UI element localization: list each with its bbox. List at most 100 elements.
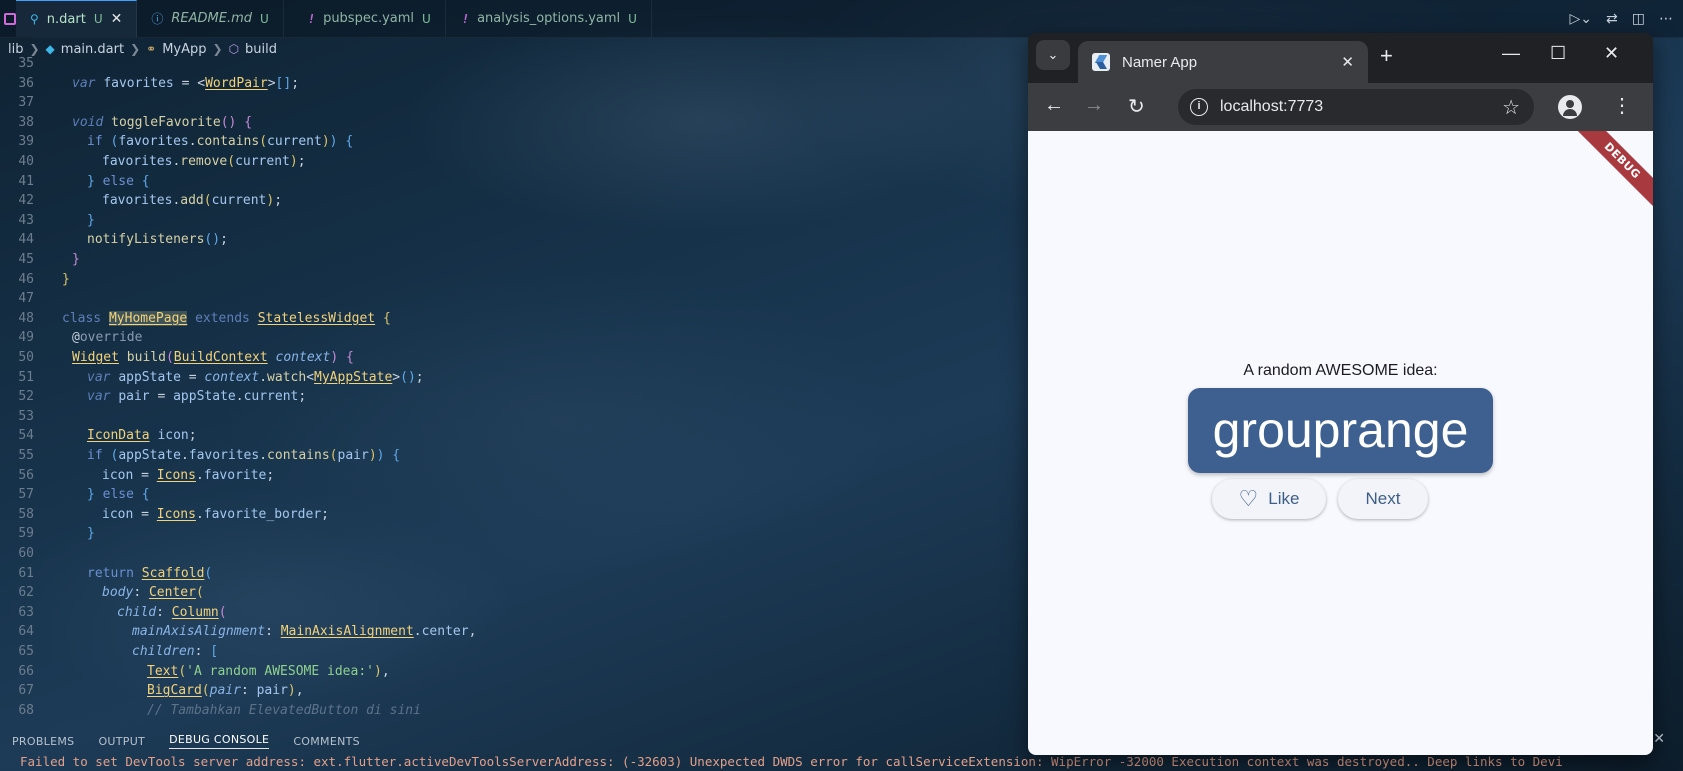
line-number: 55 [18, 448, 34, 463]
line-number: 45 [18, 252, 34, 267]
line-number: 44 [18, 232, 34, 248]
line-number: 35 [18, 56, 34, 71]
code-line: 48 class MyHomePage extends StatelessWidg… [0, 310, 1030, 331]
run-debug-icon[interactable]: ▷⌄ [1570, 11, 1593, 27]
address-bar[interactable]: i localhost:7773 ☆ [1178, 89, 1534, 125]
code-line: 47 [0, 291, 1030, 311]
chevron-right-icon: ❯ [212, 42, 223, 56]
tab-readme[interactable]: ⓘ README.md U [137, 0, 284, 37]
close-tab-icon[interactable]: ✕ [1341, 53, 1354, 71]
tab-pubspec[interactable]: ! pubspec.yaml U [284, 0, 446, 37]
layout-square-icon[interactable] [4, 12, 16, 25]
site-info-icon[interactable]: i [1190, 98, 1208, 116]
line-number: 48 [18, 310, 34, 326]
class-icon: ⚭ [146, 42, 157, 56]
line-number: 36 [18, 75, 34, 91]
minimize-icon[interactable]: — [1502, 43, 1520, 64]
tab-label: n.dart [46, 11, 86, 27]
tab-label: pubspec.yaml [323, 11, 415, 26]
tab-main-dart[interactable]: ⚲ n.dart U ✕ [16, 0, 138, 37]
url-text: localhost:7773 [1220, 98, 1324, 115]
browser-window: ⌄ Namer App ✕ + — ☐ ✕ ← → ↻ i localhost:… [1028, 33, 1653, 755]
forward-icon[interactable]: → [1084, 94, 1104, 117]
line-number: 46 [18, 271, 34, 287]
app-page: DEBUG A random AWESOME idea: grouprange … [1028, 131, 1653, 755]
code-line: 42 favorites.add(current); [0, 193, 1030, 213]
code-line: 59} [0, 526, 1030, 546]
line-number: 37 [18, 95, 34, 111]
reload-icon[interactable]: ↻ [1128, 94, 1145, 119]
tab-label: analysis_options.yaml [477, 11, 621, 26]
chevron-right-icon: ❯ [29, 42, 40, 56]
close-window-icon[interactable]: ✕ [1604, 43, 1619, 64]
line-number: 58 [18, 506, 34, 522]
code-line: 37 [0, 95, 1030, 115]
line-number: 64 [18, 624, 34, 640]
dart-search-icon: ⚲ [30, 12, 39, 26]
menu-kebab-icon[interactable]: ⋮ [1612, 93, 1632, 118]
line-number: 40 [18, 154, 34, 169]
modified-badge: U [93, 12, 103, 26]
code-line: 66 Text('A random AWESOME idea:'), [0, 664, 1030, 684]
tab-comments[interactable]: COMMENTS [293, 735, 360, 748]
line-number: 54 [18, 428, 34, 444]
console-output: Failed to set DevTools server address: e… [20, 754, 1563, 769]
code-line: 54 IconData icon; [0, 428, 1030, 448]
maximize-icon[interactable]: ☐ [1550, 43, 1566, 64]
close-icon[interactable]: ✕ [111, 11, 123, 27]
profile-icon[interactable] [1558, 95, 1582, 119]
code-line: 67 BigCard(pair: pair), [0, 683, 1030, 703]
code-line: 56 icon = Icons.favorite; [0, 468, 1030, 488]
line-number: 41 [18, 173, 34, 189]
line-number: 68 [18, 702, 34, 718]
new-tab-icon[interactable]: + [1380, 43, 1393, 69]
next-label: Next [1365, 489, 1401, 508]
code-line: 43} [0, 213, 1030, 233]
line-number: 52 [18, 389, 34, 405]
bookmark-star-icon[interactable]: ☆ [1502, 95, 1520, 120]
line-number: 62 [18, 585, 34, 601]
close-panel-icon[interactable]: ✕ [1653, 731, 1665, 747]
breadcrumb-file[interactable]: main.dart [61, 42, 124, 57]
code-line: 40 favorites.remove(current); [0, 154, 1030, 174]
more-actions-icon[interactable]: ⋯ [1659, 11, 1673, 27]
code-line: 55 if (appState.favorites.contains(pair))… [0, 448, 1030, 468]
breadcrumb-method[interactable]: build [245, 42, 277, 57]
code-line: 41} else { [0, 174, 1030, 194]
yaml-icon: ! [307, 11, 316, 26]
like-button[interactable]: ♡ Like [1212, 479, 1326, 519]
like-label: Like [1268, 489, 1300, 508]
line-number: 49 [18, 330, 34, 346]
code-editor[interactable]: 35 36 var favorites = <WordPair>[]; 37 38… [0, 56, 1030, 722]
modified-badge: U [628, 11, 637, 26]
word-pair-card: grouprange [1188, 388, 1493, 473]
tab-analysis-options[interactable]: ! analysis_options.yaml U [446, 0, 652, 37]
line-number: 50 [18, 350, 34, 365]
code-line: 61 return Scaffold( [0, 566, 1030, 586]
code-line: 35 [0, 56, 1030, 76]
line-number: 57 [18, 487, 34, 503]
next-button[interactable]: Next [1338, 479, 1428, 519]
code-comment: // Tambahkan ElevatedButton di sini [147, 702, 421, 718]
breadcrumb-folder[interactable]: lib [8, 42, 23, 57]
compare-changes-icon[interactable]: ⇄ [1606, 11, 1618, 27]
tab-problems[interactable]: PROBLEMS [12, 735, 74, 748]
tab-debug-console[interactable]: DEBUG CONSOLE [169, 733, 270, 749]
code-line: 46} [0, 272, 1030, 292]
tab-search-button[interactable]: ⌄ [1036, 40, 1070, 70]
tab-output[interactable]: OUTPUT [98, 735, 145, 748]
back-icon[interactable]: ← [1044, 94, 1064, 117]
line-number: 51 [18, 369, 34, 385]
line-number: 66 [18, 663, 34, 679]
code-line: 36 var favorites = <WordPair>[]; [0, 76, 1030, 96]
line-number: 47 [18, 291, 34, 307]
browser-title-bar: ⌄ Namer App ✕ + — ☐ ✕ [1028, 33, 1653, 83]
split-editor-icon[interactable]: ◫ [1632, 11, 1645, 27]
breadcrumb-class[interactable]: MyApp [162, 42, 206, 57]
line-number: 56 [18, 467, 34, 483]
code-line: 51 var appState = context.watch<MyAppStat… [0, 370, 1030, 390]
line-number: 43 [18, 212, 34, 228]
code-line: 38 void toggleFavorite() { [0, 115, 1030, 135]
line-number: 42 [18, 193, 34, 209]
browser-tab[interactable]: Namer App ✕ [1078, 41, 1368, 83]
